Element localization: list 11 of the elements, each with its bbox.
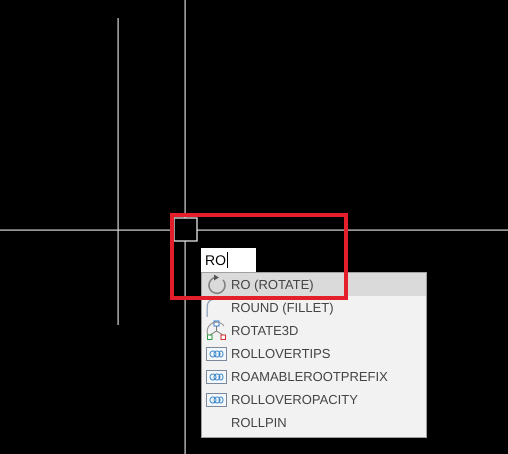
suggestion-item[interactable]: ROAMABLEROOTPREFIX <box>202 365 426 388</box>
arc-icon <box>206 298 212 316</box>
suggestion-item[interactable]: ROLLOVEROPACITY <box>202 388 426 411</box>
node-tree-icon <box>206 320 226 341</box>
suggestion-item[interactable]: ROLLOVERTIPS <box>202 342 426 365</box>
suggestion-item[interactable]: ROTATE3D <box>202 319 426 342</box>
command-input-field[interactable]: RO <box>201 248 256 272</box>
suggestion-item[interactable]: ROUND (FILLET) <box>202 296 426 319</box>
rotate-icon <box>206 274 226 295</box>
suggestion-item[interactable]: RO (ROTATE) <box>202 273 426 296</box>
suggestion-item[interactable]: ROLLPIN <box>202 411 426 434</box>
